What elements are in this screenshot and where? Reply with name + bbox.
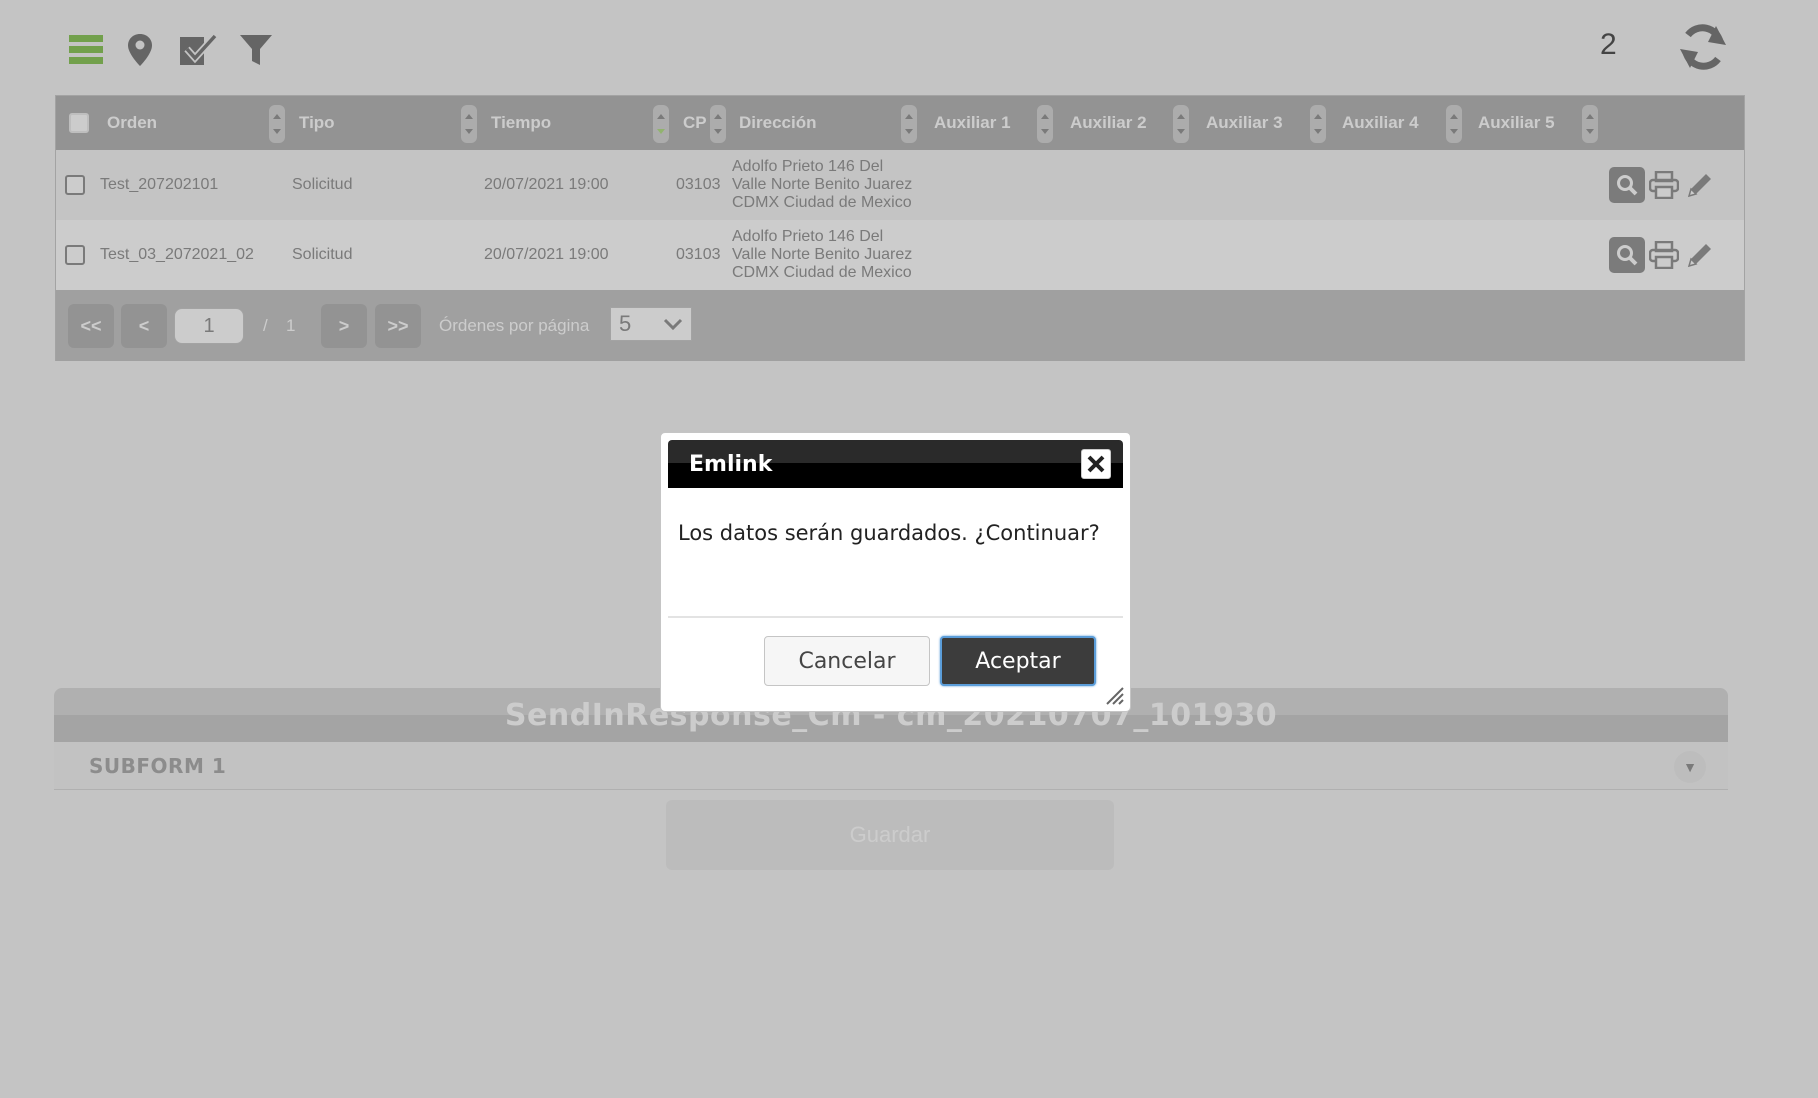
accept-button[interactable]: Aceptar <box>940 636 1096 686</box>
close-button[interactable] <box>1081 449 1111 479</box>
dialog-message: Los datos serán guardados. ¿Continuar? <box>678 521 1100 545</box>
cancel-button[interactable]: Cancelar <box>764 636 930 686</box>
confirm-dialog: Emlink Los datos serán guardados. ¿Conti… <box>660 432 1131 712</box>
dialog-titlebar[interactable]: Emlink <box>668 440 1123 488</box>
dialog-divider <box>668 616 1123 618</box>
close-icon <box>1087 455 1105 473</box>
app-background: 2 Orden Tipo Tiempo CP Dirección Auxilia… <box>0 0 1818 1098</box>
resize-grip-icon[interactable] <box>1103 684 1125 706</box>
dialog-title: Emlink <box>689 451 773 477</box>
